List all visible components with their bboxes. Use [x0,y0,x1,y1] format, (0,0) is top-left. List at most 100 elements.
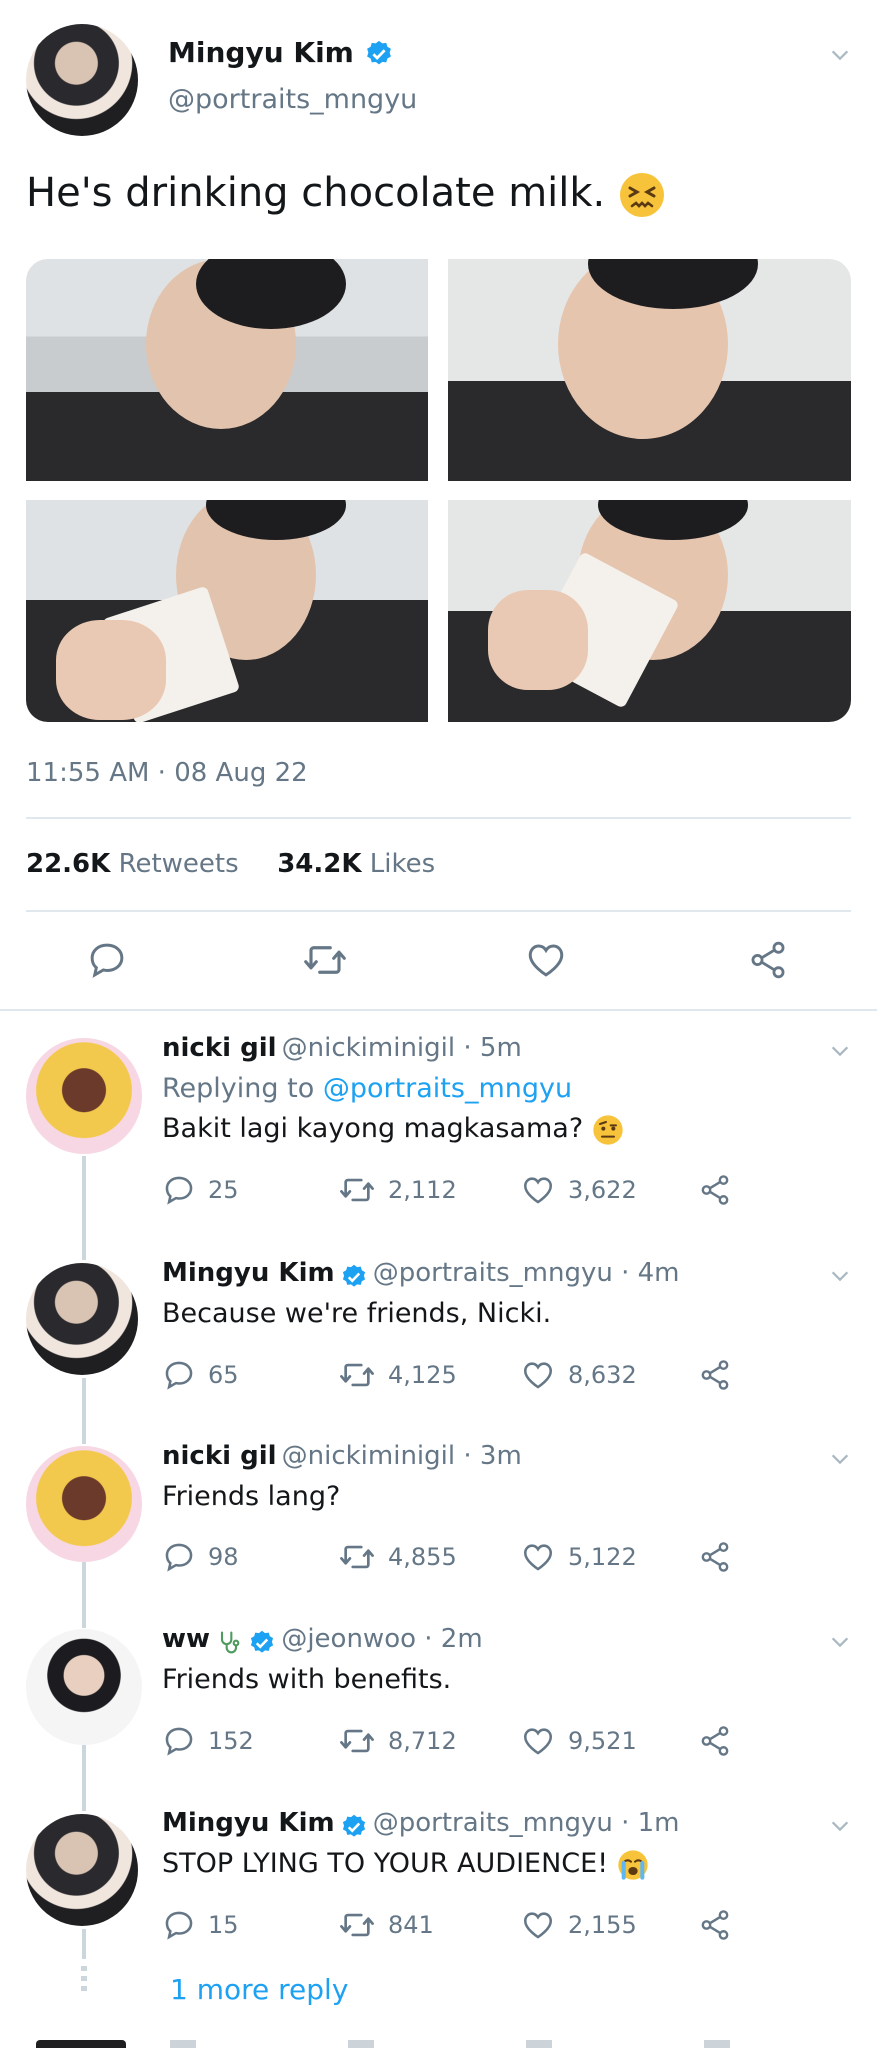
reply-author-handle[interactable]: @portraits_mngyu · 1m [373,1808,680,1838]
share-button[interactable] [698,1358,732,1392]
share-icon [701,1910,729,1940]
avatar[interactable] [26,1629,142,1745]
like-button[interactable]: 9,521 [520,1724,637,1758]
reply-count: 65 [208,1361,239,1389]
verified-badge-icon [251,1630,274,1653]
tweet-photo-1[interactable] [26,259,428,481]
reply-button[interactable]: 65 [162,1358,239,1392]
reply-text: Bakit lagi kayong magkasama? [162,1113,624,1146]
avatar[interactable] [26,1038,142,1154]
retweet-button[interactable]: 2,112 [338,1173,457,1207]
reply-author-handle[interactable]: @nickiminigil · 5m [282,1033,522,1063]
reply-header: nicki gil @nickiminigil · 5m [162,1033,522,1063]
avatar[interactable] [26,1263,138,1375]
avatar[interactable] [26,1446,142,1562]
reply-count: 25 [208,1176,239,1204]
thread-line [82,1378,86,1444]
reply-actions: 65 4,125 8,632 [162,1358,742,1398]
like-stat[interactable]: 34.2K Likes [277,849,435,879]
chevron-down-icon[interactable] [829,1815,851,1837]
stethoscope-icon [221,1630,240,1653]
thread-dots [81,1966,87,1996]
chevron-down-icon[interactable] [829,1265,851,1287]
reply-icon [165,1727,193,1756]
reply-text: Friends lang? [162,1481,341,1512]
author-handle[interactable]: @portraits_mngyu [168,84,417,115]
reply-button[interactable]: 25 [162,1173,239,1207]
tweet-photo-2[interactable] [448,259,851,481]
like-icon[interactable] [524,939,568,981]
avatar[interactable] [26,1814,138,1926]
replying-to: Replying to @portraits_mngyu [162,1073,572,1104]
replying-to-link[interactable]: @portraits_mngyu [323,1073,572,1104]
reply-icon[interactable] [86,939,128,981]
retweet-stat[interactable]: 22.6K Retweets [26,849,239,879]
retweet-button[interactable]: 841 [338,1908,434,1942]
retweet-button[interactable]: 4,855 [338,1540,457,1574]
retweet-button[interactable]: 4,125 [338,1358,457,1392]
like-count: 34.2K [277,849,362,879]
like-button[interactable]: 3,622 [520,1173,637,1207]
retweet-count: 2,112 [388,1176,457,1204]
chevron-down-icon[interactable] [829,1040,851,1062]
share-icon [701,1360,729,1390]
retweet-count: 841 [388,1911,434,1939]
like-icon [523,1544,553,1571]
retweet-button[interactable]: 8,712 [338,1724,457,1758]
tweet-photo-3[interactable] [26,500,428,722]
reply-header: nicki gil @nickiminigil · 3m [162,1441,522,1471]
reply-author-handle[interactable]: @jeonwoo · 2m [281,1624,482,1654]
retweet-icon [340,1729,374,1753]
reply-header: Mingyu Kim @portraits_mngyu · 1m [162,1808,679,1841]
retweet-icon [340,1363,374,1387]
reply-button[interactable]: 152 [162,1724,254,1758]
like-button[interactable]: 2,155 [520,1908,637,1942]
reply-author-handle[interactable]: @portraits_mngyu · 4m [373,1258,680,1288]
share-button[interactable] [698,1908,732,1942]
chevron-down-icon[interactable] [829,1631,851,1653]
reply-author-name[interactable]: nicki gil [162,1441,277,1471]
retweet-count: 4,855 [388,1543,457,1571]
crying-face-emoji-icon [617,1849,648,1880]
reply-author-name[interactable]: Mingyu Kim [162,1258,335,1288]
reply-count: 15 [208,1911,239,1939]
reply-text-content: Bakit lagi kayong magkasama? [162,1113,584,1144]
chevron-down-icon[interactable] [829,44,851,66]
retweet-icon[interactable] [302,939,348,981]
more-replies-link[interactable]: 1 more reply [170,1973,348,2006]
share-button[interactable] [698,1540,732,1574]
like-count: 3,622 [568,1176,637,1204]
reply-button[interactable]: 15 [162,1908,239,1942]
like-button[interactable]: 8,632 [520,1358,637,1392]
reply-button[interactable]: 98 [162,1540,239,1574]
reply-text: Because we're friends, Nicki. [162,1298,552,1329]
retweet-count: 4,125 [388,1361,457,1389]
reply-icon [165,1543,193,1572]
reply-author-name[interactable]: ww [162,1624,210,1654]
reply-author-handle[interactable]: @nickiminigil · 3m [282,1441,522,1471]
hand [488,590,588,690]
like-count: 2,155 [568,1911,637,1939]
like-count: 9,521 [568,1727,637,1755]
verified-badge-icon [366,40,391,65]
retweet-icon [340,1545,374,1569]
share-icon [701,1542,729,1572]
chevron-down-icon[interactable] [829,1448,851,1470]
author-name[interactable]: Mingyu Kim [168,36,394,69]
partial-next-row [36,2040,126,2048]
reply-author-name[interactable]: Mingyu Kim [162,1808,335,1838]
share-button[interactable] [698,1173,732,1207]
reply-count: 98 [208,1543,239,1571]
raised-eyebrow-emoji-icon [593,1114,623,1145]
like-icon [523,1177,553,1204]
share-button[interactable] [698,1724,732,1758]
author-name-text: Mingyu Kim [168,36,354,69]
tweet-photo-4[interactable] [448,500,851,722]
reply-author-name[interactable]: nicki gil [162,1033,277,1063]
reply-header: Mingyu Kim @portraits_mngyu · 4m [162,1258,679,1291]
divider [26,817,851,819]
retweet-icon [340,1913,374,1937]
avatar[interactable] [26,24,138,136]
share-icon[interactable] [746,939,790,981]
like-button[interactable]: 5,122 [520,1540,637,1574]
